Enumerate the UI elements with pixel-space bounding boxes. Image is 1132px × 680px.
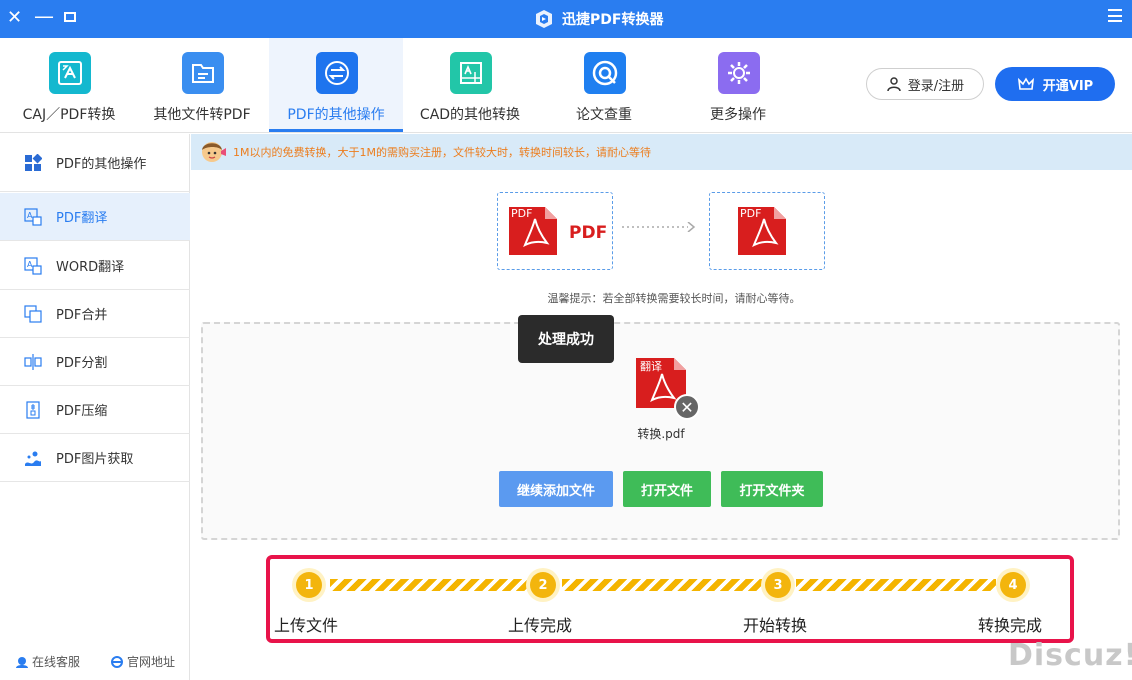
arrow-right-icon — [622, 222, 696, 232]
browser-icon — [110, 655, 123, 668]
step-number: 2 — [530, 572, 556, 598]
pdf-tag: PDF — [740, 207, 762, 220]
pdf-tag: PDF — [511, 207, 533, 220]
tab-label: 更多操作 — [710, 107, 766, 123]
crown-icon — [1017, 77, 1034, 90]
open-file-button[interactable]: 打开文件 — [623, 471, 711, 507]
sidebar-item-label: PDF合并 — [56, 308, 108, 323]
target-file-box: PDF — [709, 192, 825, 270]
gear-icon — [718, 52, 760, 94]
sidebar-header[interactable]: PDF的其他操作 — [0, 134, 190, 192]
step-connector — [796, 579, 996, 591]
sidebar-footer: 在线客服 官网地址 — [0, 653, 190, 670]
login-label: 登录/注册 — [907, 78, 965, 94]
sidebar-item-pdf-compress[interactable]: PDF压缩 — [0, 386, 190, 434]
translate-icon: A — [24, 256, 42, 275]
login-button[interactable]: 登录/注册 — [866, 68, 984, 100]
source-file-box: PDF PDF — [497, 192, 613, 270]
tip-text: 温馨提示：若全部转换需要较长时间，请耐心等待。 — [547, 292, 801, 305]
tab-paper-check[interactable]: 论文查重 — [537, 38, 671, 132]
step-label: 转换完成 — [978, 616, 1043, 635]
tab-label: CAJ／PDF转换 — [22, 107, 116, 123]
step-connector — [330, 579, 528, 591]
grid-icon — [24, 153, 42, 172]
tab-caj-pdf[interactable]: CAJ／PDF转换 — [2, 38, 136, 132]
app-title: 迅捷PDF转换器 — [534, 8, 663, 30]
file-name: 转换.pdf — [637, 427, 685, 441]
tab-label: CAD的其他转换 — [419, 107, 521, 123]
paper-check-icon — [584, 52, 626, 94]
menu-icon[interactable] — [1108, 9, 1122, 22]
step-1-marker: 1 — [292, 568, 326, 602]
website-label: 官网地址 — [126, 655, 175, 669]
app-title-text: 迅捷PDF转换器 — [562, 12, 664, 28]
step-connector — [562, 579, 762, 591]
step-label: 开始转换 — [743, 616, 808, 635]
sidebar-item-pdf-image-extract[interactable]: PDF图片获取 — [0, 434, 190, 482]
remove-file-icon[interactable]: ✕ — [674, 394, 700, 420]
step-label: 上传完成 — [508, 616, 573, 635]
pdf-operation-icon — [316, 52, 358, 94]
online-service-link[interactable]: 在线客服 — [15, 653, 80, 670]
sidebar-item-label: PDF图片获取 — [56, 452, 134, 467]
progress-steps — [266, 555, 1074, 643]
success-toast: 处理成功 — [518, 315, 614, 363]
sidebar-item-label: PDF压缩 — [56, 404, 108, 419]
top-nav: CAJ／PDF转换 其他文件转PDF PDF的其他操作 CAD的其他转换 论文查… — [0, 38, 1132, 133]
title-bar: ✕ — 迅捷PDF转换器 — [0, 0, 1132, 38]
app-logo-icon — [536, 10, 552, 28]
sidebar-item-word-translate[interactable]: A WORD翻译 — [0, 242, 190, 290]
compress-icon — [24, 400, 42, 419]
cad-icon — [450, 52, 492, 94]
sidebar-item-label: PDF分割 — [56, 356, 108, 371]
open-folder-button[interactable]: 打开文件夹 — [721, 471, 823, 507]
watermark: Discuz! — [1008, 638, 1132, 673]
online-service-label: 在线客服 — [31, 655, 80, 669]
tab-more[interactable]: 更多操作 — [671, 38, 805, 132]
svg-text:A: A — [27, 260, 33, 269]
headset-icon — [15, 656, 28, 668]
step-number: 3 — [765, 572, 791, 598]
caj-pdf-icon — [49, 52, 91, 94]
sidebar-header-label: PDF的其他操作 — [56, 157, 147, 172]
step-number: 1 — [296, 572, 322, 598]
tab-pdf-operations[interactable]: PDF的其他操作 — [269, 38, 403, 132]
active-tab-indicator — [269, 129, 403, 132]
source-format-label: PDF — [569, 223, 608, 243]
tab-label: PDF的其他操作 — [287, 107, 385, 123]
folder-icon — [182, 52, 224, 94]
svg-text:A: A — [27, 211, 33, 220]
sidebar-item-pdf-translate[interactable]: A PDF翻译 — [0, 193, 190, 241]
tab-label: 论文查重 — [576, 107, 632, 123]
close-icon[interactable]: ✕ — [7, 8, 22, 28]
vip-button[interactable]: 开通VIP — [995, 67, 1115, 101]
tab-other-to-pdf[interactable]: 其他文件转PDF — [135, 38, 269, 132]
merge-icon — [24, 304, 42, 323]
step-3-marker: 3 — [761, 568, 795, 602]
sidebar-item-pdf-merge[interactable]: PDF合并 — [0, 290, 190, 338]
file-tag: 翻译 — [640, 360, 662, 373]
translate-icon: A — [24, 207, 42, 226]
sidebar-item-label: WORD翻译 — [56, 260, 125, 275]
step-4-marker: 4 — [996, 568, 1030, 602]
notice-bar: 1M以内的免费转换，大于1M的需购买注册，文件较大时，转换时间较长，请耐心等待 — [191, 134, 1132, 170]
notice-text: 1M以内的免费转换，大于1M的需购买注册，文件较大时，转换时间较长，请耐心等待 — [233, 146, 651, 159]
step-label: 上传文件 — [274, 616, 339, 635]
minimize-icon[interactable]: — — [34, 6, 54, 26]
tab-label: 其他文件转PDF — [153, 107, 251, 123]
website-link[interactable]: 官网地址 — [110, 653, 175, 670]
step-2-marker: 2 — [526, 568, 560, 602]
tab-cad-conversion[interactable]: CAD的其他转换 — [403, 38, 537, 132]
maximize-icon[interactable] — [64, 12, 76, 22]
vip-label: 开通VIP — [1042, 78, 1094, 94]
split-icon — [24, 353, 42, 371]
sidebar: PDF的其他操作 A PDF翻译 A WORD翻译 PDF合并 PDF分割 PD… — [0, 134, 190, 680]
step-number: 4 — [1000, 572, 1026, 598]
sidebar-item-pdf-split[interactable]: PDF分割 — [0, 338, 190, 386]
add-more-files-button[interactable]: 继续添加文件 — [499, 471, 613, 507]
user-icon — [887, 77, 901, 92]
mascot-icon — [202, 142, 226, 162]
sidebar-item-label: PDF翻译 — [56, 211, 108, 226]
image-extract-icon — [24, 449, 42, 467]
